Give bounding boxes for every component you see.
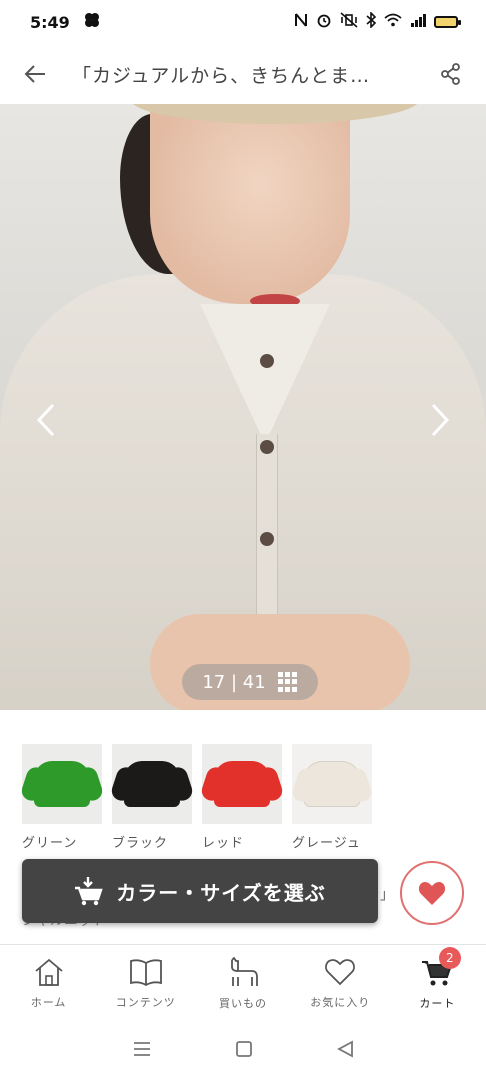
chevron-right-icon bbox=[431, 403, 450, 437]
grid-icon bbox=[277, 672, 298, 692]
wifi-icon bbox=[384, 13, 402, 31]
bottom-tab-bar: ホーム コンテンツ 買いもの お気に入り 2 カート bbox=[0, 944, 486, 1022]
tab-favorites[interactable]: お気に入り bbox=[292, 945, 389, 1022]
chevron-left-icon bbox=[36, 403, 55, 437]
triangle-back-icon bbox=[337, 1040, 354, 1058]
cardigan-thumbnail bbox=[214, 761, 270, 807]
cardigan-thumbnail bbox=[34, 761, 90, 807]
tab-contents-label: コンテンツ bbox=[115, 995, 176, 1009]
swatch-thumbnail bbox=[292, 744, 372, 824]
tab-home[interactable]: ホーム bbox=[0, 945, 97, 1022]
image-counter[interactable]: 17 | 41 bbox=[182, 664, 318, 700]
home-icon bbox=[35, 958, 63, 986]
counter-separator: | bbox=[230, 671, 238, 693]
cart-count-badge: 2 bbox=[438, 947, 461, 969]
system-nav-bar bbox=[0, 1022, 486, 1080]
product-image[interactable] bbox=[0, 104, 486, 710]
color-swatches: グリーン ブラック レッド グレージュ bbox=[22, 744, 372, 851]
share-button[interactable] bbox=[436, 59, 466, 89]
select-color-size-button[interactable]: カラー・サイズを選ぶ bbox=[22, 859, 378, 923]
previous-image-button[interactable] bbox=[28, 395, 64, 445]
back-arrow-icon bbox=[24, 65, 45, 83]
cart-download-icon bbox=[75, 877, 103, 906]
tab-shopping-label: 買いもの bbox=[219, 996, 267, 1010]
total-image-count: 41 bbox=[242, 671, 266, 693]
book-icon bbox=[129, 958, 162, 986]
nfc-icon bbox=[294, 12, 308, 32]
favorite-button[interactable] bbox=[400, 861, 464, 925]
heart-icon bbox=[418, 882, 446, 905]
swatch-black[interactable]: ブラック bbox=[112, 744, 192, 851]
home-system-button[interactable] bbox=[235, 1040, 253, 1062]
image-counter-text: 17 | 41 bbox=[202, 672, 265, 693]
cardigan-button-graphic bbox=[260, 532, 274, 546]
tab-favorites-label: お気に入り bbox=[310, 995, 371, 1009]
menu-icon bbox=[133, 1042, 150, 1056]
app-notification-icon bbox=[84, 12, 100, 32]
cta-label: カラー・サイズを選ぶ bbox=[116, 880, 326, 905]
bluetooth-icon bbox=[366, 11, 377, 32]
swatch-thumbnail bbox=[22, 744, 102, 824]
swatch-label: グレージュ bbox=[292, 836, 361, 851]
tab-cart-label: カート bbox=[419, 996, 456, 1010]
swatch-red[interactable]: レッド bbox=[202, 744, 282, 851]
swatch-thumbnail bbox=[202, 744, 282, 824]
cardigan-thumbnail bbox=[304, 761, 360, 807]
swatch-thumbnail bbox=[112, 744, 192, 824]
header: 「カジュアルから、きちんとま… bbox=[0, 44, 486, 104]
signal-icon bbox=[410, 13, 426, 31]
next-image-button[interactable] bbox=[422, 395, 458, 445]
cardigan-button-graphic bbox=[260, 440, 274, 454]
alpaca-icon bbox=[231, 956, 258, 986]
square-icon bbox=[236, 1041, 252, 1057]
heart-outline-icon bbox=[325, 958, 356, 985]
system-back-button[interactable] bbox=[336, 1040, 354, 1062]
current-image-index: 17 bbox=[202, 671, 226, 693]
swatch-greige[interactable]: グレージュ bbox=[292, 744, 372, 851]
mute-vibrate-icon bbox=[340, 12, 358, 32]
status-time: 5:49 bbox=[30, 12, 70, 32]
alarm-icon bbox=[316, 12, 332, 32]
swatch-green[interactable]: グリーン bbox=[22, 744, 102, 851]
share-icon bbox=[441, 63, 460, 85]
recents-button[interactable] bbox=[132, 1041, 152, 1061]
cardigan-button-graphic bbox=[260, 354, 274, 368]
tab-shopping[interactable]: 買いもの bbox=[194, 945, 291, 1022]
cardigan-thumbnail bbox=[124, 761, 180, 807]
tab-home-label: ホーム bbox=[30, 995, 67, 1009]
back-button[interactable] bbox=[20, 59, 50, 89]
tab-cart[interactable]: 2 カート bbox=[389, 945, 486, 1022]
swatch-label: グリーン bbox=[22, 836, 78, 851]
face-graphic bbox=[150, 104, 350, 304]
battery-icon bbox=[434, 16, 461, 28]
tab-contents[interactable]: コンテンツ bbox=[97, 945, 194, 1022]
swatch-label: ブラック bbox=[112, 836, 169, 851]
status-bar: 5:49 bbox=[0, 0, 486, 44]
page-title: 「カジュアルから、きちんとま… bbox=[72, 64, 371, 87]
swatch-label: レッド bbox=[202, 836, 245, 851]
